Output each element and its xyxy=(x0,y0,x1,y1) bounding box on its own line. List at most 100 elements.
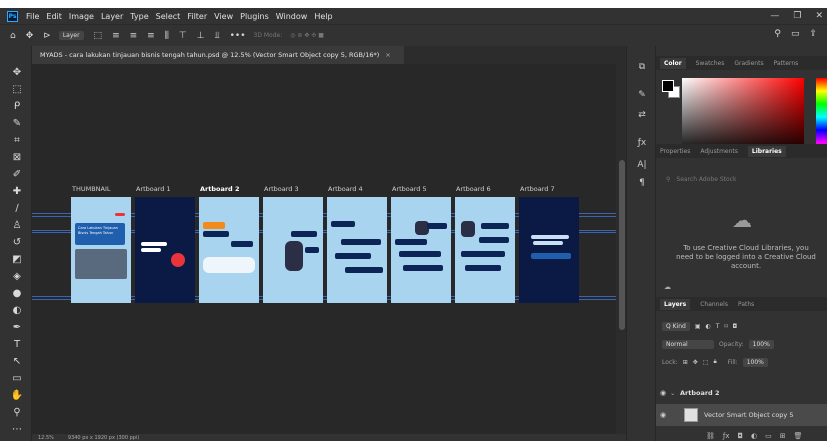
quick-select-tool-icon[interactable]: ✎ xyxy=(10,117,24,131)
character-panel-icon[interactable]: A| xyxy=(635,160,649,174)
type-tool-icon[interactable]: T xyxy=(10,338,24,352)
fill-field[interactable]: 100% xyxy=(742,357,768,367)
chevron-down-icon[interactable]: ⌄ xyxy=(670,389,680,397)
tab-layers[interactable]: Layers xyxy=(660,298,691,310)
layer-row-artboard[interactable]: ◉ ⌄ Artboard 2 xyxy=(656,386,827,400)
align-center-icon[interactable]: ≡ xyxy=(130,31,138,41)
tab-channels[interactable]: Channels xyxy=(700,301,728,308)
home-icon[interactable]: ⌂ xyxy=(10,31,16,41)
menu-image[interactable]: Image xyxy=(69,12,94,21)
filter-adjustment-icon[interactable]: ◐ xyxy=(706,323,711,330)
artboard-label-2[interactable]: Artboard 2 xyxy=(200,185,240,193)
visibility-eye-icon[interactable]: ◉ xyxy=(656,411,670,419)
filter-type-icon[interactable]: T xyxy=(716,323,720,330)
tab-swatches[interactable]: Swatches xyxy=(696,60,725,67)
photoshop-logo-icon[interactable]: Ps xyxy=(7,10,18,22)
healing-brush-tool-icon[interactable]: ✚ xyxy=(10,185,24,199)
tab-paths[interactable]: Paths xyxy=(738,301,754,308)
eyedropper-tool-icon[interactable]: ✐ xyxy=(10,168,24,182)
canvas-area[interactable]: THUMBNAIL Artboard 1 Artboard 2 Artboard… xyxy=(32,64,616,436)
transform-controls-icon[interactable]: ⬚ xyxy=(94,31,103,41)
artboard-label-4[interactable]: Artboard 4 xyxy=(328,185,363,193)
layer-mask-icon[interactable]: ◘ xyxy=(738,432,744,440)
auto-select-icon[interactable]: ⊳ xyxy=(43,31,51,41)
zoom-tool-icon[interactable]: ⚲ xyxy=(10,406,24,420)
lasso-tool-icon[interactable]: ᑭ xyxy=(10,100,24,114)
artboard-6[interactable] xyxy=(455,197,515,303)
menu-window[interactable]: Window xyxy=(276,12,308,21)
stamp-tool-icon[interactable]: ♙ xyxy=(10,219,24,233)
tab-color[interactable]: Color xyxy=(660,57,686,69)
paragraph-panel-icon[interactable]: ¶ xyxy=(635,178,649,192)
artboard-5[interactable] xyxy=(391,197,451,303)
tab-adjustments[interactable]: Adjustments xyxy=(700,148,738,155)
menu-select[interactable]: Select xyxy=(156,12,181,21)
brush-settings-icon[interactable]: ✎ xyxy=(635,90,649,104)
history-brush-tool-icon[interactable]: ↺ xyxy=(10,236,24,250)
tab-libraries[interactable]: Libraries xyxy=(747,145,786,157)
close-window-button[interactable]: ✕ xyxy=(815,11,823,21)
menu-plugins[interactable]: Plugins xyxy=(240,12,269,21)
menu-file[interactable]: File xyxy=(26,12,39,21)
crop-tool-icon[interactable]: ⌗ xyxy=(10,134,24,148)
adjustments-icon[interactable]: ⇄ xyxy=(635,110,649,124)
brush-tool-icon[interactable]: ∕ xyxy=(10,202,24,216)
tab-properties[interactable]: Properties xyxy=(660,148,690,155)
artboard-label-6[interactable]: Artboard 6 xyxy=(456,185,491,193)
artboard-3[interactable] xyxy=(263,197,323,303)
artboard-thumbnail[interactable]: Cara Lakukan Tinjauan Bisnis Tengah Tahu… xyxy=(71,197,131,303)
align-right-icon[interactable]: ≡ xyxy=(147,31,155,41)
foreground-color-swatch[interactable] xyxy=(662,80,674,92)
opacity-field[interactable]: 100% xyxy=(748,339,774,349)
cloud-sync-icon[interactable]: ☁ xyxy=(664,283,671,291)
tab-patterns[interactable]: Patterns xyxy=(774,60,799,67)
tab-gradients[interactable]: Gradients xyxy=(734,60,763,67)
path-selection-tool-icon[interactable]: ↖ xyxy=(10,355,24,369)
adjustment-layer-icon[interactable]: ◐ xyxy=(751,432,757,440)
document-tab[interactable]: MYADS - cara lakukan tinjauan bisnis ten… xyxy=(32,46,404,64)
filter-smart-object-icon[interactable]: ◘ xyxy=(733,323,738,330)
menu-edit[interactable]: Edit xyxy=(46,12,62,21)
auto-select-target-dropdown[interactable]: Layer xyxy=(58,31,84,40)
pen-tool-icon[interactable]: ✒ xyxy=(10,321,24,335)
menu-help[interactable]: Help xyxy=(314,12,332,21)
artboard-label-5[interactable]: Artboard 5 xyxy=(392,185,427,193)
move-tool-icon[interactable]: ✥ xyxy=(26,31,34,41)
align-middle-icon[interactable]: ⊥ xyxy=(197,31,205,41)
link-layers-icon[interactable]: ⛓ xyxy=(706,432,715,440)
distribute-icon[interactable]: ⫼ xyxy=(165,31,169,41)
menu-type[interactable]: Type xyxy=(130,12,148,21)
new-layer-icon[interactable]: ⊞ xyxy=(780,432,786,440)
new-group-icon[interactable]: ▭ xyxy=(765,432,772,440)
move-tool-icon[interactable]: ✥ xyxy=(10,66,24,80)
menu-layer[interactable]: Layer xyxy=(101,12,123,21)
marquee-tool-icon[interactable]: ⬚ xyxy=(10,83,24,97)
align-top-icon[interactable]: ⊤ xyxy=(179,31,187,41)
align-bottom-icon[interactable]: ⫫ xyxy=(215,31,220,41)
libraries-search-input[interactable]: Search Adobe Stock xyxy=(676,176,736,183)
minimize-button[interactable]: — xyxy=(770,11,779,21)
fx-icon[interactable]: ƒx xyxy=(723,432,730,440)
fx-icon[interactable]: ƒx xyxy=(635,138,649,152)
artboard-label-1[interactable]: Artboard 1 xyxy=(136,185,171,193)
artboard-label-3[interactable]: Artboard 3 xyxy=(264,185,299,193)
rectangle-tool-icon[interactable]: ▭ xyxy=(10,372,24,386)
close-tab-icon[interactable]: × xyxy=(385,51,390,59)
artboard-label-7[interactable]: Artboard 7 xyxy=(520,185,555,193)
layer-row-smart-object[interactable]: ◉ Vector Smart Object copy 5 xyxy=(656,404,827,426)
artboard-1[interactable] xyxy=(135,197,195,303)
lock-artboard-icon[interactable]: ⬚ xyxy=(703,359,709,366)
filter-shape-icon[interactable]: ⌑ xyxy=(724,323,727,330)
artboard-label-thumbnail[interactable]: THUMBNAIL xyxy=(72,185,111,193)
zoom-level[interactable]: 12.5% xyxy=(38,435,54,441)
share-icon[interactable]: ⇪ xyxy=(809,29,817,39)
eraser-tool-icon[interactable]: ◩ xyxy=(10,253,24,267)
blend-mode-dropdown[interactable]: Normal xyxy=(662,339,714,349)
lock-all-icon[interactable]: 🔒︎ xyxy=(713,358,716,366)
restore-button[interactable]: ❐ xyxy=(793,11,801,21)
libraries-search[interactable]: ⚲ Search Adobe Stock xyxy=(660,172,823,186)
lock-pixels-icon[interactable]: ⊞ xyxy=(683,359,688,366)
blur-tool-icon[interactable]: ● xyxy=(10,287,24,301)
frame-tool-icon[interactable]: ⊠ xyxy=(10,151,24,165)
artboard-4[interactable] xyxy=(327,197,387,303)
